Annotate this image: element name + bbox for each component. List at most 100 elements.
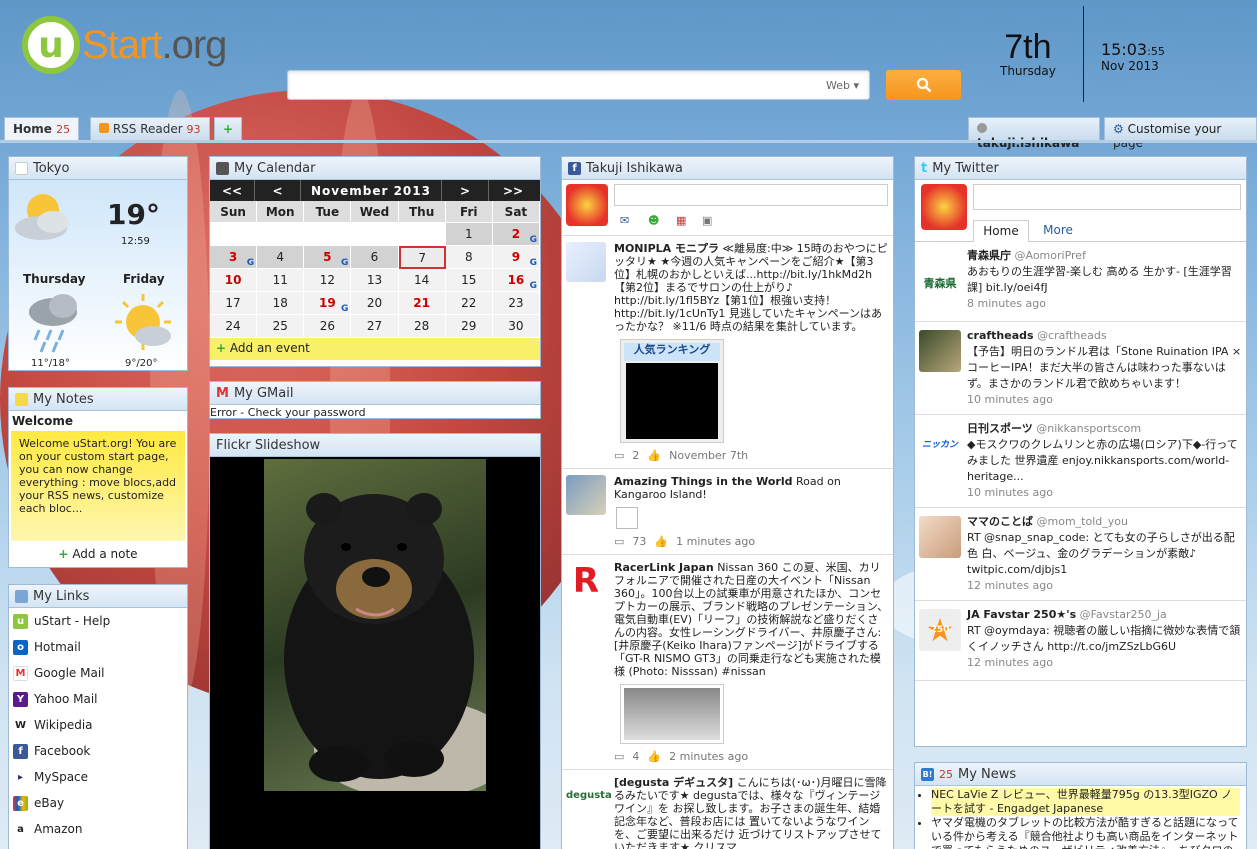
add-note-button[interactable]: + Add a note	[9, 541, 187, 567]
broken-image-icon[interactable]	[616, 507, 638, 529]
calendar-day[interactable]: 29	[445, 315, 493, 338]
twitter-tab-home[interactable]: Home	[973, 220, 1029, 242]
calendar-day[interactable]: 27	[351, 315, 399, 338]
tweet-author[interactable]: 青森県庁	[967, 249, 1011, 262]
calendar-day[interactable]: 14	[398, 269, 446, 292]
calendar-day[interactable]: 10	[210, 269, 258, 292]
message-icon[interactable]: ✉	[620, 214, 629, 227]
flickr-photo[interactable]	[264, 459, 486, 791]
calendar-day[interactable]: 6	[351, 246, 399, 269]
tweet-handle[interactable]: @craftheads	[1037, 329, 1107, 342]
post-author[interactable]: Amazing Things in the World	[614, 475, 792, 488]
photos-icon[interactable]: ▣	[702, 214, 712, 227]
tweet-handle[interactable]: @nikkansportscom	[1036, 422, 1141, 435]
tweet-input[interactable]	[973, 184, 1241, 210]
calendar-day[interactable]: 13	[351, 269, 399, 292]
tweet-handle[interactable]: @Favstar250_ja	[1080, 608, 1167, 621]
calendar-day[interactable]: 17	[210, 292, 258, 315]
tab-rss-reader[interactable]: RSS Reader 93	[90, 117, 210, 141]
link-myspace[interactable]: ▸ MySpace	[9, 764, 187, 790]
search-input[interactable]: Web ▾	[287, 70, 870, 100]
link-ebay[interactable]: e eBay	[9, 790, 187, 816]
tweet-handle[interactable]: @AomoriPref	[1015, 249, 1086, 262]
calendar-day[interactable]: 11	[257, 269, 305, 292]
like-icon[interactable]: 👍	[654, 535, 668, 548]
gmail-header[interactable]: M My GMail	[210, 382, 540, 405]
news-item[interactable]: ヤマダ電機のタブレットの比較方法が酷すぎると話題になっている件から考える『競合他…	[931, 816, 1240, 849]
news-item[interactable]: NEC LaVie Z レビュー、世界最軽量795g の13.3型IGZO ノー…	[931, 788, 1240, 816]
events-icon[interactable]: ▦	[676, 214, 686, 227]
tweet[interactable]: 青森県 青森県庁 @AomoriPref あおもりの生涯学習-楽しむ 高める 生…	[915, 242, 1246, 322]
user-account[interactable]: takuji.ishikawa	[968, 117, 1100, 150]
tweet[interactable]: ニッカン 日刊スポーツ @nikkansportscom ◆モスクワのクレムリン…	[915, 415, 1246, 508]
calendar-day[interactable]: 4	[257, 246, 305, 269]
ustart-logo[interactable]: u Start.org	[22, 15, 227, 75]
calendar-day[interactable]: 15	[445, 269, 493, 292]
calendar-day[interactable]: 7	[398, 246, 446, 269]
facebook-post[interactable]: degusta [degusta デギュスタ] こんにちは(･ω･)月曜日に雪降…	[562, 770, 893, 849]
calendar-day[interactable]: 12	[304, 269, 352, 292]
twitter-header[interactable]: t My Twitter	[915, 157, 1246, 180]
facebook-header[interactable]: f Takuji Ishikawa	[562, 157, 893, 180]
link-facebook[interactable]: f Facebook	[9, 738, 187, 764]
link-ustart-help[interactable]: u uStart - Help	[9, 608, 187, 634]
calendar-day[interactable]: 3G	[210, 246, 258, 269]
like-icon[interactable]: 👍	[647, 449, 661, 462]
calendar-day[interactable]: 9G	[492, 246, 540, 269]
link-wikipedia[interactable]: W Wikipedia	[9, 712, 187, 738]
tweet[interactable]: ★ 250 JA Favstar 250★'s @Favstar250_ja RT…	[915, 601, 1246, 681]
add-event-button[interactable]: + Add an event	[210, 338, 540, 360]
calendar-day[interactable]: 30	[492, 315, 540, 338]
calendar-day[interactable]: 22	[445, 292, 493, 315]
calendar-prev-month-button[interactable]: <	[255, 180, 301, 201]
calendar-next-month-button[interactable]: >	[442, 180, 489, 201]
flickr-header[interactable]: Flickr Slideshow	[210, 434, 540, 457]
facebook-post[interactable]: Amazing Things in the World Road on Kang…	[562, 469, 893, 555]
calendar-day[interactable]: 18	[257, 292, 305, 315]
calendar-prev-year-button[interactable]: <<	[210, 180, 255, 201]
link-google-mail[interactable]: M Google Mail	[9, 660, 187, 686]
note-body[interactable]: Welcome uStart.org! You are on your cust…	[11, 431, 185, 541]
calendar-day[interactable]: 8	[445, 246, 493, 269]
like-icon[interactable]: 👍	[647, 750, 661, 763]
calendar-header[interactable]: My Calendar	[210, 157, 540, 180]
calendar-day[interactable]: 23	[492, 292, 540, 315]
calendar-day[interactable]: 28	[398, 315, 446, 338]
tweet-author[interactable]: ママのことば	[967, 515, 1033, 528]
post-author[interactable]: [degusta デギュスタ]	[614, 776, 733, 789]
calendar-day[interactable]: 2G	[492, 223, 540, 246]
calendar-day[interactable]: 24	[210, 315, 258, 338]
twitter-tab-more[interactable]: More	[1033, 220, 1083, 242]
news-header[interactable]: B! 25 My News	[915, 763, 1246, 786]
tweet-author[interactable]: 日刊スポーツ	[967, 422, 1033, 435]
note-title[interactable]: Welcome	[9, 411, 187, 431]
calendar-day[interactable]: 25	[257, 315, 305, 338]
friends-icon[interactable]: ☻	[648, 214, 659, 227]
tweet-author[interactable]: craftheads	[967, 329, 1034, 342]
add-tab-button[interactable]: +	[214, 117, 243, 141]
facebook-post[interactable]: R RacerLink Japan Nissan 360 この夏、米国、カリフォ…	[562, 555, 893, 770]
calendar-day[interactable]: 1	[445, 223, 493, 246]
comment-icon[interactable]: ▭	[614, 750, 624, 763]
calendar-day[interactable]: 19 G	[304, 292, 352, 315]
tab-home[interactable]: Home 25	[4, 117, 80, 141]
calendar-next-year-button[interactable]: >>	[489, 180, 537, 201]
tweet-author[interactable]: JA Favstar 250★'s	[967, 608, 1076, 621]
calendar-day[interactable]: 21	[398, 292, 446, 315]
post-author[interactable]: RacerLink Japan	[614, 561, 714, 574]
facebook-post[interactable]: MONIPLA モニプラ ≪離易度:中≫ 15時のおやつにピッタリ★ ★今週の人…	[562, 236, 893, 469]
tweet[interactable]: craftheads @craftheads 【予告】明日のランドル君は「Sto…	[915, 322, 1246, 415]
notes-header[interactable]: My Notes	[9, 388, 187, 411]
link-hotmail[interactable]: o Hotmail	[9, 634, 187, 660]
calendar-day[interactable]: 26	[304, 315, 352, 338]
search-button[interactable]	[886, 70, 961, 100]
link-yahoo-mail[interactable]: Y Yahoo Mail	[9, 686, 187, 712]
tweet[interactable]: ママのことば @mom_told_you RT @snap_snap_code:…	[915, 508, 1246, 601]
customise-button[interactable]: ⚙ Customise your page	[1104, 117, 1257, 150]
tweet-handle[interactable]: @mom_told_you	[1037, 515, 1128, 528]
search-engine-select[interactable]: Web ▾	[826, 79, 859, 92]
calendar-day[interactable]: 16 G	[492, 269, 540, 292]
calendar-day[interactable]: 20	[351, 292, 399, 315]
weather-header[interactable]: Tokyo	[9, 157, 187, 180]
link-amazon[interactable]: a Amazon	[9, 816, 187, 842]
